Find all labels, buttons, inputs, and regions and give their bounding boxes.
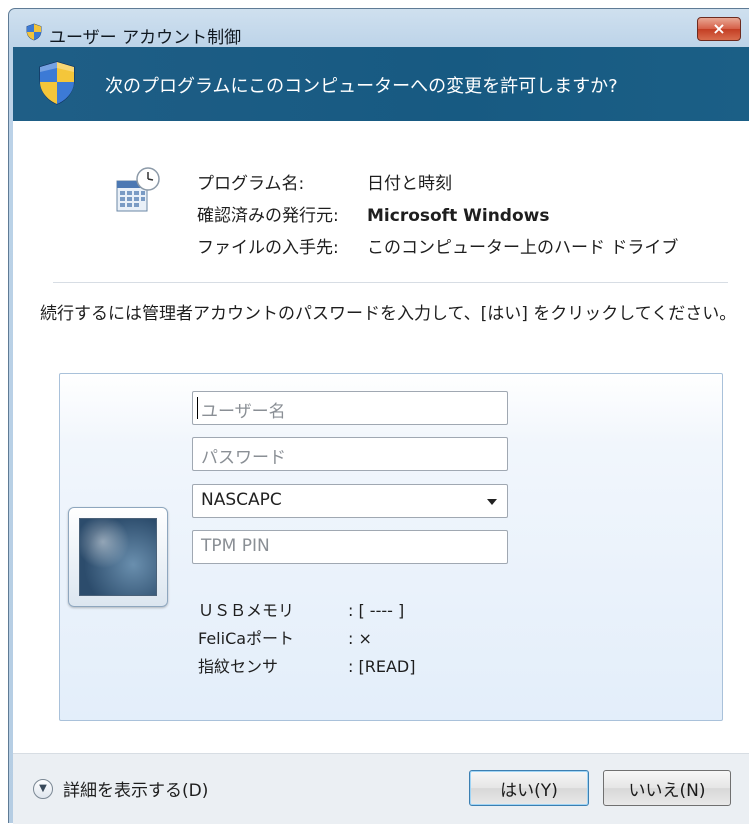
- password-placeholder: パスワード: [201, 448, 286, 468]
- file-origin-row: ファイルの入手先: このコンピューター上のハード ドライブ: [197, 233, 678, 258]
- device-row-fingerprint: 指紋センサ : [READ]: [198, 653, 415, 677]
- device-label: FeliCaポート: [198, 629, 295, 648]
- uac-dialog-window: ユーザー アカウント制御 × 次のプログラムにこのコンピューターへの変更を許可し…: [8, 8, 749, 824]
- window-title: ユーザー アカウント制御: [49, 28, 242, 48]
- device-row-usb: ＵＳＢメモリ : [ ---- ]: [198, 597, 404, 621]
- device-status: : ×: [348, 629, 372, 648]
- domain-select[interactable]: NASCAPC: [192, 484, 508, 518]
- instruction-text: 続行するには管理者アカウントのパスワードを入力して、[はい] をクリックしてくだ…: [40, 304, 737, 324]
- tpm-pin-placeholder: TPM PIN: [201, 536, 270, 556]
- device-row-felica: FeliCaポート : ×: [198, 625, 372, 649]
- device-status: : [READ]: [348, 657, 416, 676]
- program-name-label: プログラム名:: [197, 174, 305, 194]
- device-label: 指紋センサ: [198, 657, 279, 676]
- yes-button-label: はい(Y): [500, 780, 558, 801]
- credential-panel: ユーザー名 パスワード NASCAPC TPM PIN ＵＳＢメモリ : [ --…: [59, 373, 723, 721]
- device-label: ＵＳＢメモリ: [198, 601, 295, 620]
- program-name-row: プログラム名: 日付と時刻: [197, 169, 452, 194]
- show-details-label: 詳細を表示する(D): [63, 781, 209, 801]
- program-name-value: 日付と時刻: [367, 174, 452, 194]
- publisher-value: Microsoft Windows: [367, 206, 550, 226]
- chevron-down-icon: ▼: [33, 778, 53, 799]
- dialog-footer: ▼ 詳細を表示する(D) はい(Y) いいえ(N): [13, 753, 749, 824]
- file-origin-label: ファイルの入手先:: [197, 238, 339, 258]
- uac-shield-icon: [39, 61, 75, 105]
- close-icon: ×: [712, 19, 726, 38]
- text-cursor: [197, 397, 198, 419]
- show-details-toggle[interactable]: ▼ 詳細を表示する(D): [33, 776, 208, 801]
- domain-value: NASCAPC: [201, 490, 282, 510]
- dropdown-arrow-icon: [487, 499, 497, 505]
- device-status: : [ ---- ]: [348, 601, 405, 620]
- title-bar: ユーザー アカウント制御 ×: [9, 9, 749, 48]
- divider: [53, 282, 728, 283]
- yes-button[interactable]: はい(Y): [469, 770, 589, 806]
- avatar-picture: [79, 518, 157, 596]
- publisher-row: 確認済みの発行元: Microsoft Windows: [197, 201, 549, 226]
- date-time-icon: [116, 167, 160, 212]
- no-button-label: いいえ(N): [628, 780, 706, 801]
- publisher-label: 確認済みの発行元:: [197, 206, 339, 226]
- close-button[interactable]: ×: [697, 17, 741, 41]
- question-banner: 次のプログラムにこのコンピューターへの変更を許可しますか?: [13, 47, 749, 121]
- tpm-pin-input[interactable]: TPM PIN: [192, 530, 508, 564]
- uac-shield-icon: [26, 23, 42, 41]
- password-input[interactable]: パスワード: [192, 437, 508, 471]
- no-button[interactable]: いいえ(N): [603, 770, 731, 806]
- username-input[interactable]: ユーザー名: [192, 391, 508, 425]
- dialog-content: 次のプログラムにこのコンピューターへの変更を許可しますか? プログラム名: 日付と…: [13, 47, 749, 824]
- banner-question: 次のプログラムにこのコンピューターへの変更を許可しますか?: [105, 76, 618, 97]
- file-origin-value: このコンピューター上のハード ドライブ: [367, 238, 679, 258]
- username-placeholder: ユーザー名: [201, 402, 286, 422]
- user-avatar: [68, 507, 168, 607]
